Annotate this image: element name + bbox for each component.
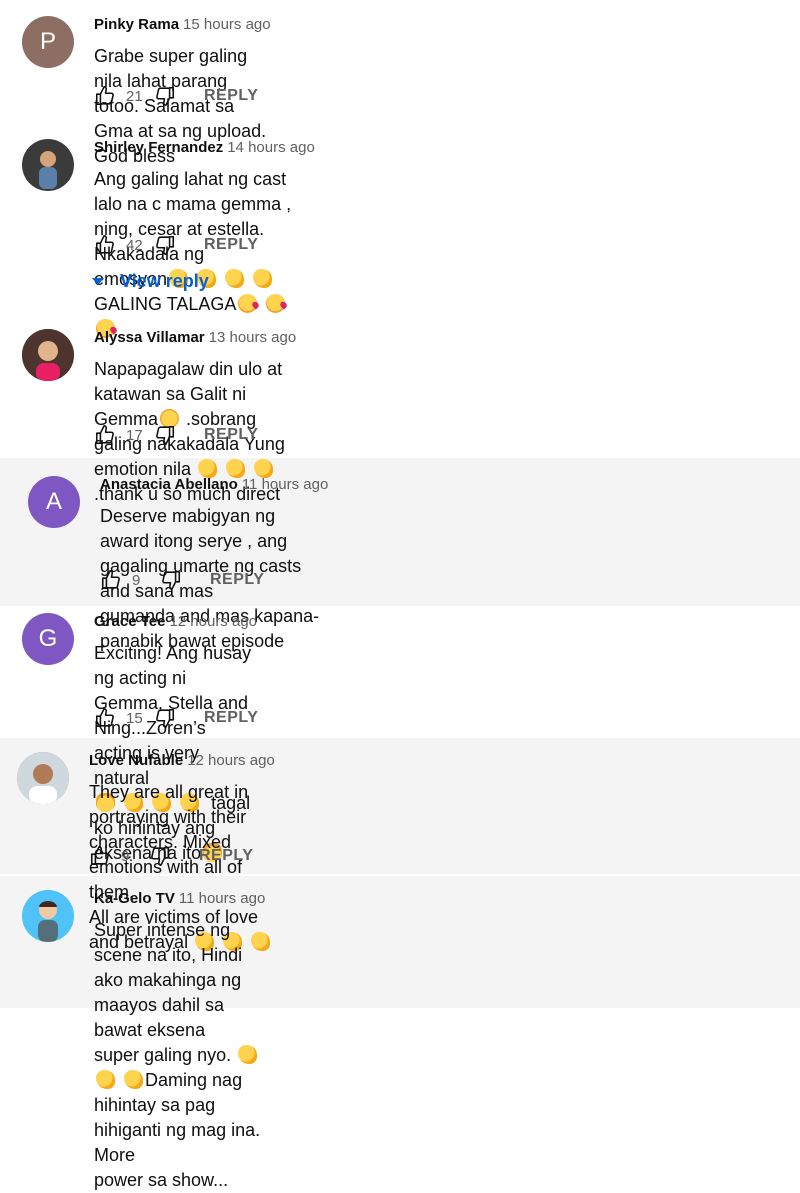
clap-emoji: [225, 269, 245, 288]
dislike-icon[interactable]: [154, 707, 176, 729]
comment-actions: 21 REPLY: [94, 85, 258, 107]
comment-text-part: GALING TALAGA: [94, 294, 237, 314]
like-count: 42: [126, 236, 143, 254]
reply-button[interactable]: REPLY: [210, 571, 264, 589]
comment-author[interactable]: Love Nufable: [89, 752, 183, 769]
view-reply-label: View reply: [120, 271, 209, 291]
avatar-letter: G: [38, 625, 58, 652]
like-icon[interactable]: [94, 707, 116, 729]
comment-actions: 9 REPLY: [100, 569, 264, 591]
like-count: 15: [126, 709, 143, 727]
comment-time[interactable]: 15 hours ago: [183, 16, 271, 33]
dislike-icon[interactable]: [154, 85, 176, 107]
like-icon[interactable]: [94, 85, 116, 107]
reply-button[interactable]: REPLY: [199, 847, 253, 865]
clap-emoji: [238, 1045, 258, 1064]
comment-time[interactable]: 12 hours ago: [169, 613, 257, 630]
comment-text-part: They are all great in portraying with th…: [89, 782, 249, 902]
avatar[interactable]: [17, 752, 69, 804]
like-count: 9: [121, 847, 130, 865]
comment-text-part: Daming nag hihintay sa pag hihiganti ng …: [94, 1070, 261, 1165]
clap-emoji: [124, 1070, 144, 1089]
dislike-icon[interactable]: [160, 569, 182, 591]
avatar[interactable]: [22, 890, 74, 942]
comment-actions: 42 REPLY: [94, 234, 258, 256]
like-icon[interactable]: [100, 569, 122, 591]
avatar[interactable]: G: [22, 613, 74, 665]
avatar[interactable]: [22, 139, 74, 191]
like-icon[interactable]: [94, 234, 116, 256]
dislike-icon[interactable]: [154, 234, 176, 256]
comment-author[interactable]: Pinky Rama: [94, 16, 179, 33]
comment-actions: 9 REPLY: [89, 845, 253, 867]
dislike-icon[interactable]: [149, 845, 171, 867]
comment-time[interactable]: 11 hours ago: [242, 476, 328, 493]
comment-text: Super intense ng scene na ito, Hindi ako…: [94, 918, 265, 1193]
kiss-emoji: [266, 294, 286, 313]
clap-emoji: [253, 269, 273, 288]
avatar[interactable]: A: [28, 476, 80, 528]
avatar[interactable]: P: [22, 16, 74, 68]
comment-text-part: power sa show...: [94, 1170, 229, 1190]
avatar[interactable]: [22, 329, 74, 381]
comment-time[interactable]: 14 hours ago: [227, 139, 315, 156]
comment-time[interactable]: 12 hours ago: [187, 752, 275, 769]
reply-button[interactable]: REPLY: [204, 236, 258, 254]
chevron-down-icon: [92, 278, 104, 285]
comment-author[interactable]: Grace Tee: [94, 613, 165, 630]
like-count: 9: [132, 571, 141, 589]
comment-time[interactable]: 11 hours ago: [179, 890, 265, 907]
comment-text-part: super galing nyo.: [94, 1045, 232, 1065]
comment-author[interactable]: Ka-Gelo TV: [94, 890, 175, 907]
comment-actions: 15 REPLY: [94, 707, 258, 729]
avatar-letter: A: [45, 488, 62, 515]
comment-author[interactable]: Anastacia Abellano: [100, 476, 238, 493]
like-icon[interactable]: [89, 845, 111, 867]
like-icon[interactable]: [94, 424, 116, 446]
clap-emoji: [96, 1070, 115, 1089]
comment-author[interactable]: Alyssa Villamar: [94, 329, 205, 346]
avatar-letter: P: [39, 28, 56, 55]
comment-author[interactable]: Shirley Fernandez: [94, 139, 223, 156]
view-reply-button[interactable]: View reply: [92, 271, 209, 292]
reply-button[interactable]: REPLY: [204, 709, 258, 727]
comment-time[interactable]: 13 hours ago: [209, 329, 297, 346]
comment-text-part: Super intense ng scene na ito, Hindi ako…: [94, 920, 243, 1040]
kiss-emoji: [238, 294, 258, 313]
dislike-icon[interactable]: [154, 424, 176, 446]
reply-button[interactable]: REPLY: [204, 87, 258, 105]
reply-button[interactable]: REPLY: [204, 426, 258, 444]
like-count: 21: [126, 87, 143, 105]
comment-actions: 17 REPLY: [94, 424, 258, 446]
like-count: 17: [126, 426, 143, 444]
